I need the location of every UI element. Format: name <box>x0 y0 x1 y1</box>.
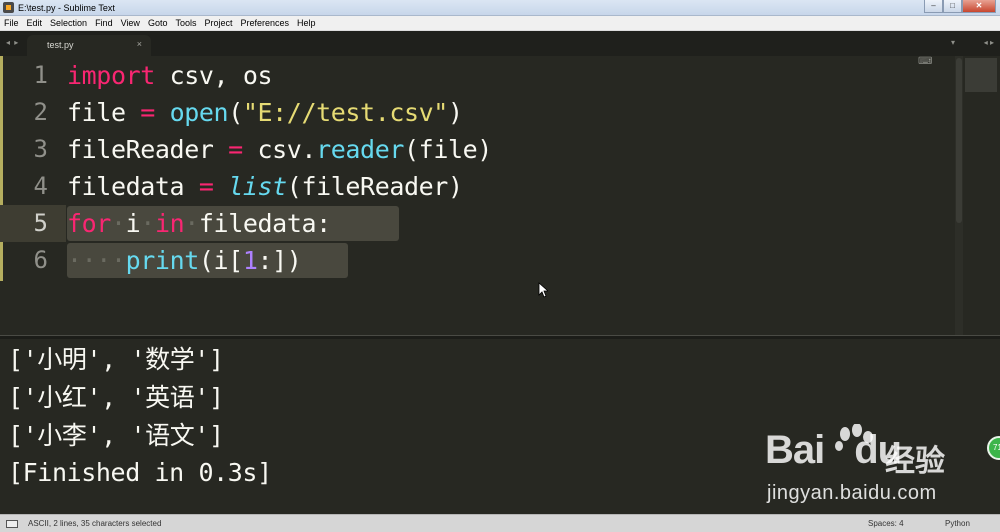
code-text: fileReader = csv.reader(file) <box>67 135 492 164</box>
code-token: 1 <box>242 246 258 275</box>
menu-find[interactable]: Find <box>95 16 113 30</box>
sublime-app-icon <box>3 2 14 13</box>
tab-test-py[interactable]: test.py × <box>27 35 151 56</box>
tab-nav-arrows-icon[interactable]: ◂ ▸ <box>6 38 19 47</box>
watermark-text: 经验 <box>885 445 945 478</box>
output-line: ['小红', '英语'] <box>8 383 224 412</box>
code-line: 3 fileReader = csv.reader(file) <box>0 131 960 168</box>
code-line: 1 import csv, os <box>0 57 960 94</box>
menu-file[interactable]: File <box>4 16 19 30</box>
panel-toggle-icon[interactable] <box>6 520 18 528</box>
maximize-button[interactable]: □ <box>943 0 962 13</box>
baidu-jingyan-watermark: Bai du 经验 jingyan.baidu.com <box>765 424 985 510</box>
line-number: 6 <box>33 246 48 274</box>
line-number: 3 <box>33 135 48 163</box>
code-line: 6 ····print(i[1:]) <box>0 242 960 279</box>
code-token: reader <box>316 135 405 164</box>
window-title: E:\test.py - Sublime Text <box>18 3 115 13</box>
code-token: = <box>140 98 155 127</box>
line-number: 2 <box>33 98 48 126</box>
menu-view[interactable]: View <box>121 16 140 30</box>
menu-preferences[interactable]: Preferences <box>240 16 289 30</box>
output-line: ['小李', '语文'] <box>8 421 224 450</box>
menu-bar: File Edit Selection Find View Goto Tools… <box>0 16 1000 31</box>
line-number: 1 <box>33 61 48 89</box>
code-token: = <box>228 135 243 164</box>
line-number: 4 <box>33 172 48 200</box>
output-line: ['小明', '数学'] <box>8 345 224 374</box>
menu-edit[interactable]: Edit <box>27 16 43 30</box>
menu-project[interactable]: Project <box>204 16 232 30</box>
code-token: list <box>228 172 287 201</box>
line-number: 5 <box>33 209 48 237</box>
tab-dropdown-icon[interactable]: ▾ <box>951 38 955 47</box>
code-token: for <box>67 209 111 238</box>
status-selection-info: ASCII, 2 lines, 35 characters selected <box>28 519 162 528</box>
code-token: in <box>154 209 185 238</box>
status-bar: ASCII, 2 lines, 35 characters selected S… <box>0 514 1000 532</box>
code-line: 2 file = open("E://test.csv") <box>0 94 960 131</box>
status-indentation[interactable]: Spaces: 4 <box>868 519 904 528</box>
title-bar: E:\test.py - Sublime Text – □ ✕ <box>0 0 1000 16</box>
code-token: = <box>198 172 214 201</box>
minimize-button[interactable]: – <box>924 0 943 13</box>
tab-bar: ◂ ▸ test.py × ▾ ◂ ▸ <box>0 31 1000 56</box>
code-text: filedata = list(fileReader) <box>67 172 463 201</box>
menu-help[interactable]: Help <box>297 16 316 30</box>
minimap-icon: ⌨ <box>918 56 933 67</box>
code-token: print <box>125 246 200 275</box>
code-line: 4 filedata = list(fileReader) <box>0 168 960 205</box>
close-window-button[interactable]: ✕ <box>962 0 996 13</box>
watermark-logo: Bai du <box>765 428 902 472</box>
status-syntax[interactable]: Python <box>945 519 970 528</box>
window-controls: – □ ✕ <box>924 0 996 13</box>
code-text: for·i·in·filedata: <box>67 209 331 238</box>
vertical-scrollbar[interactable] <box>955 56 963 335</box>
code-token: import <box>67 61 155 90</box>
output-line: [Finished in 0.3s] <box>8 458 272 487</box>
tab-close-icon[interactable]: × <box>137 39 142 49</box>
paw-icon <box>835 424 873 451</box>
code-editor[interactable]: 1 import csv, os 2 file = open("E://test… <box>0 56 1000 335</box>
menu-tools[interactable]: Tools <box>175 16 196 30</box>
menu-selection[interactable]: Selection <box>50 16 87 30</box>
tab-label: test.py <box>47 40 74 50</box>
code-token: "E://test.csv" <box>242 98 449 127</box>
watermark-url: jingyan.baidu.com <box>767 482 937 504</box>
code-text: import csv, os <box>67 61 273 90</box>
tab-right-nav-arrows-icon[interactable]: ◂ ▸ <box>984 38 994 47</box>
menu-goto[interactable]: Goto <box>148 16 168 30</box>
scrollbar-thumb[interactable] <box>956 58 962 223</box>
code-text: file = open("E://test.csv") <box>67 98 463 127</box>
code-line: 5 for·i·in·filedata: <box>0 205 960 242</box>
code-text: ····print(i[1:]) <box>67 246 302 275</box>
code-token: open <box>169 98 229 127</box>
minimap-viewport[interactable] <box>965 58 997 92</box>
